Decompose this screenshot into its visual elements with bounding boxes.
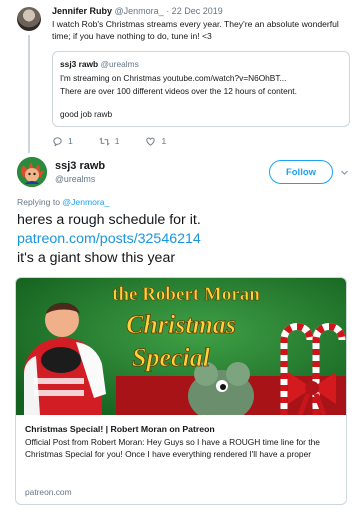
quoted-text-line: There are over 100 different videos over… <box>60 86 297 96</box>
parent-tweet-text: I watch Rob's Christmas streams every ye… <box>52 19 339 41</box>
card-image[interactable]: the Robert Moran Christmas Special <box>16 278 346 415</box>
avatar[interactable] <box>17 7 41 31</box>
retweet-count: 1 <box>114 136 120 146</box>
patreon-link[interactable]: patreon.com/posts/32546214 <box>17 230 347 249</box>
quoted-author-handle: @urealms <box>100 59 139 69</box>
quoted-text-line: good job rawb <box>60 109 113 119</box>
card-image-title: Christmas <box>126 310 236 339</box>
link-card[interactable]: the Robert Moran Christmas Special Chris… <box>15 277 347 505</box>
like-icon <box>146 137 156 146</box>
tweet-text-line: it's a giant show this year <box>17 250 176 266</box>
card-image-title: the Robert Moran <box>112 284 260 305</box>
tweet-text: heres a rough schedule for it. patreon.c… <box>17 211 347 268</box>
quoted-text-line: I'm streaming on Christmas youtube.com/w… <box>60 73 287 83</box>
retweet-button[interactable]: 1 <box>99 136 120 147</box>
reply-icon <box>53 136 62 147</box>
author-name[interactable]: Jennifer Ruby <box>52 6 112 16</box>
author-name[interactable]: ssj3 rawb <box>55 160 105 172</box>
parent-tweet-header: Jennifer Ruby @Jenmora_ · 22 Dec 2019 <box>52 6 223 16</box>
quoted-author-name: ssj3 rawb <box>60 59 99 69</box>
quoted-tweet[interactable]: ssj3 rawb @urealms I'm streaming on Chri… <box>52 51 350 127</box>
avatar-image <box>17 157 47 187</box>
chevron-down-icon[interactable] <box>340 168 349 177</box>
like-button[interactable]: 1 <box>145 136 166 147</box>
tweet-actions: 1 1 1 <box>52 135 192 147</box>
parent-tweet: Jennifer Ruby @Jenmora_ · 22 Dec 2019 I … <box>0 0 358 153</box>
reply-count: 1 <box>68 136 73 146</box>
author-handle-date[interactable]: @Jenmora_ · 22 Dec 2019 <box>115 6 223 16</box>
card-description: Official Post from Robert Moran: Hey Guy… <box>25 437 320 459</box>
replying-handle-link[interactable]: @Jenmora_ <box>62 197 109 207</box>
card-title[interactable]: Christmas Special! | Robert Moran on Pat… <box>25 424 215 434</box>
card-image-title: Special <box>132 343 211 372</box>
card-domain: patreon.com <box>25 487 72 497</box>
replying-prefix: Replying to <box>17 197 60 207</box>
follow-button[interactable]: Follow <box>269 160 333 184</box>
thread-line <box>28 35 30 153</box>
replying-to: Replying to @Jenmora_ <box>17 197 109 207</box>
tweet-text-line: heres a rough schedule for it. <box>17 212 201 228</box>
reply-button[interactable]: 1 <box>52 136 73 147</box>
author-handle[interactable]: @urealms <box>55 174 95 184</box>
avatar[interactable] <box>17 157 47 187</box>
retweet-icon <box>99 137 110 145</box>
quoted-tweet-header: ssj3 rawb @urealms <box>60 59 139 69</box>
like-count: 1 <box>161 136 167 146</box>
